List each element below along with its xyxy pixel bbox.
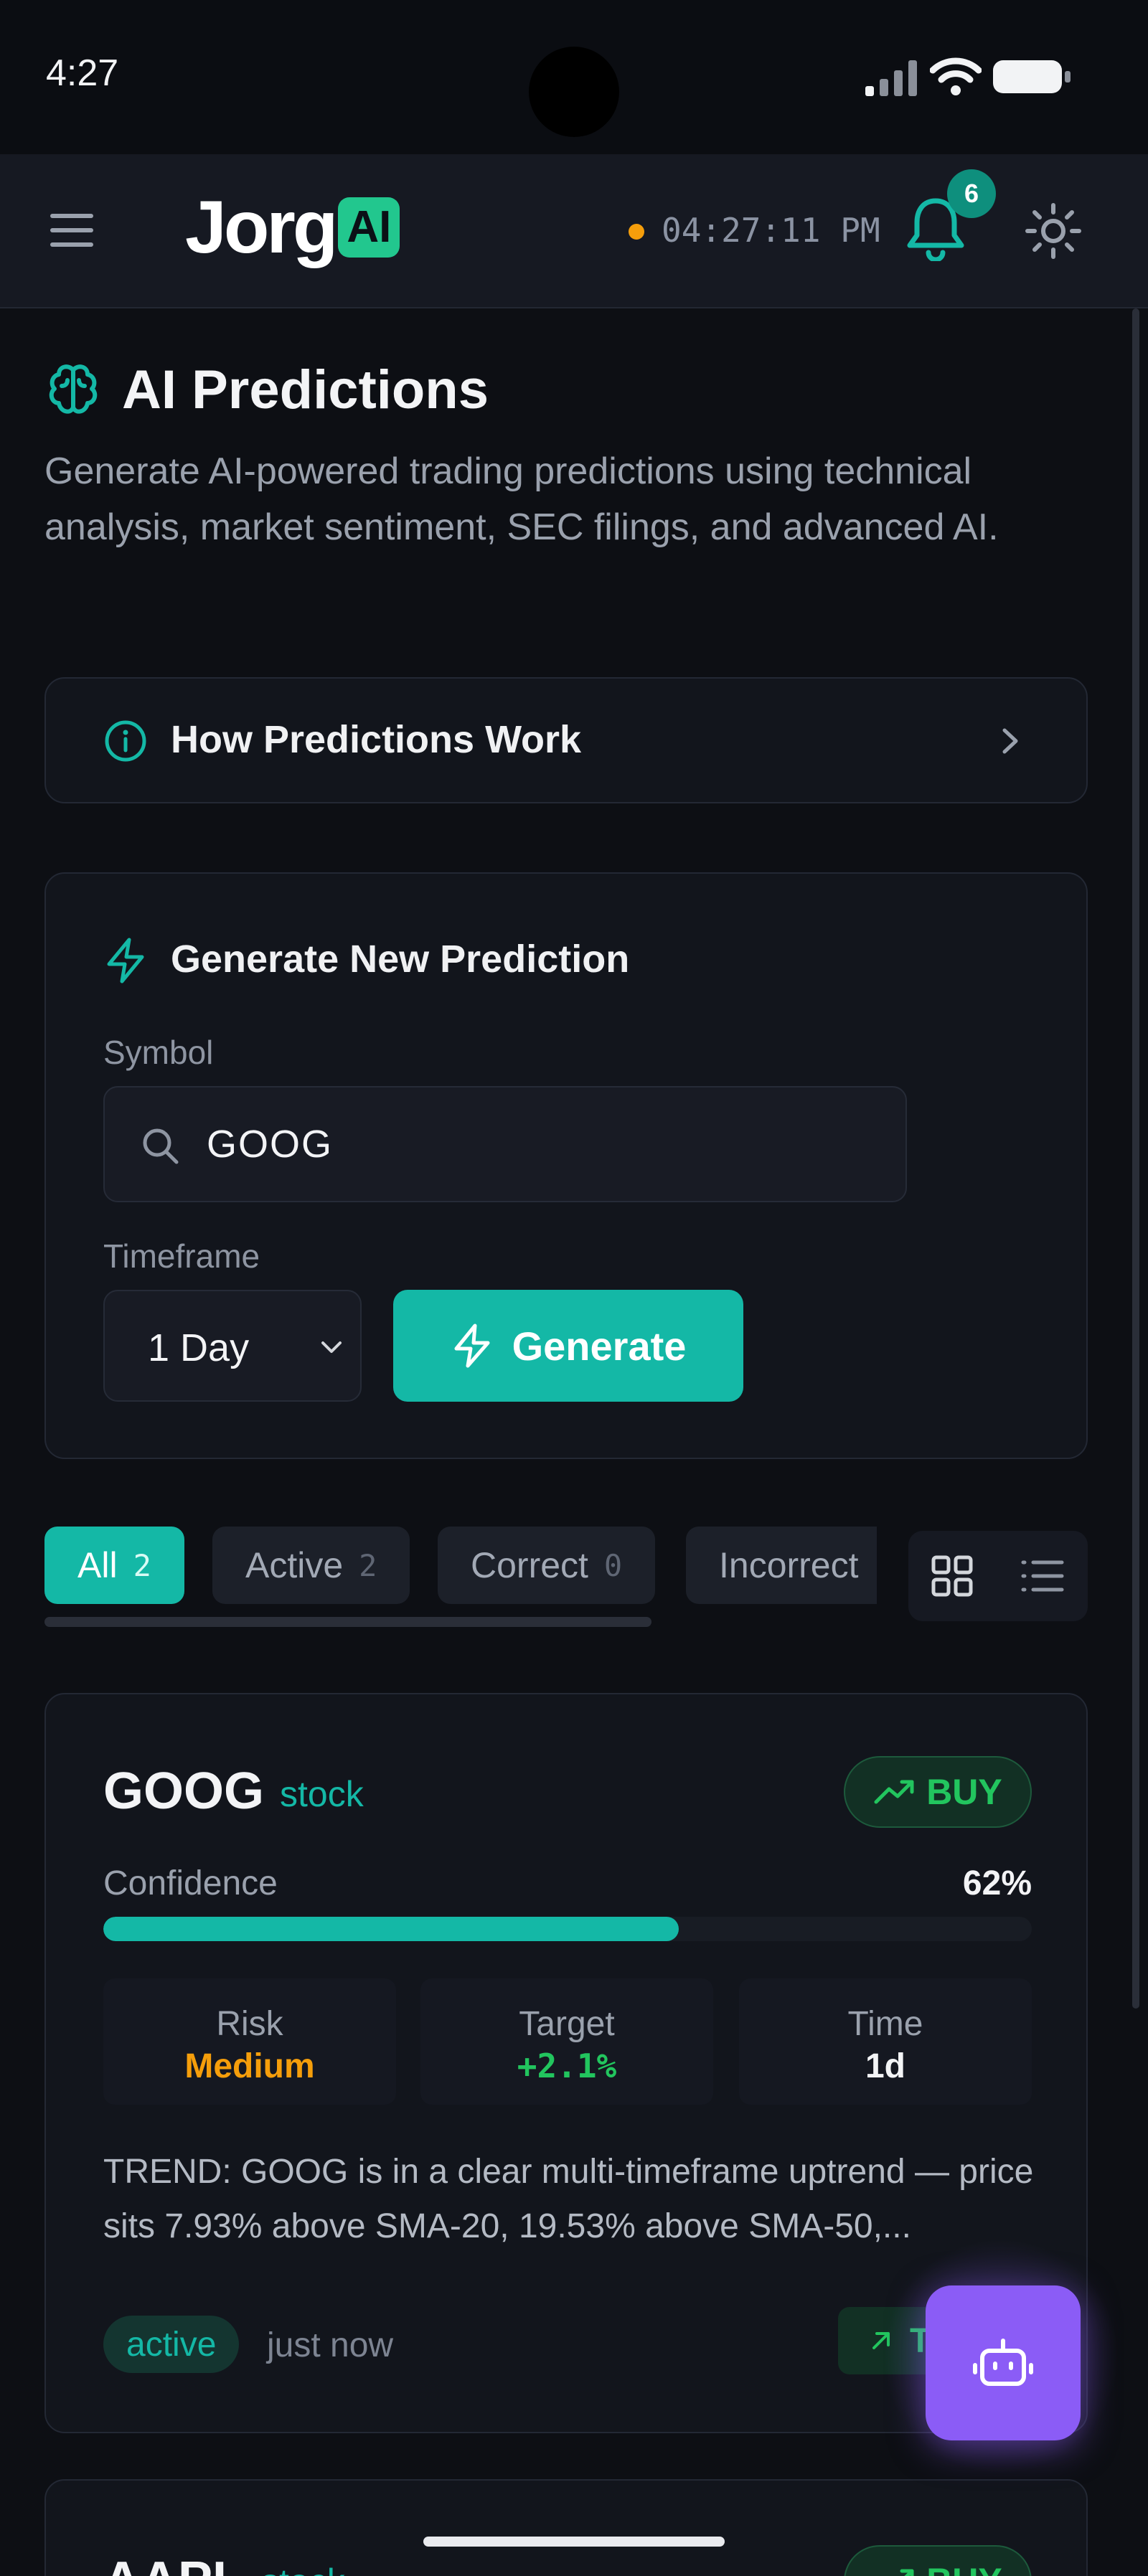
- page-heading: AI Predictions: [44, 359, 489, 421]
- tab-count: 2: [133, 1547, 151, 1583]
- chevron-down-icon: [321, 1341, 342, 1353]
- info-icon: [105, 720, 146, 762]
- logo-text: Jorg: [185, 185, 338, 269]
- trending-up-icon: [874, 1780, 914, 1804]
- symbol-input-value: GOOG: [207, 1123, 334, 1166]
- tab-label: Incorrect: [719, 1545, 859, 1585]
- asset-type: stock: [261, 2561, 345, 2576]
- brain-icon: [49, 364, 98, 414]
- timeframe-value: 1 Day: [148, 1326, 250, 1369]
- target-label: Target: [519, 2005, 615, 2043]
- prediction-symbol: GOOG: [103, 1763, 265, 1820]
- sun-icon[interactable]: [1025, 202, 1082, 260]
- signal-badge: BUY: [844, 2545, 1032, 2576]
- how-predictions-work-label: How Predictions Work: [171, 718, 582, 761]
- logo-badge: AI: [338, 197, 400, 258]
- tab-correct[interactable]: Correct 0: [438, 1527, 656, 1604]
- prediction-card[interactable]: AAPL stock BUY: [44, 2479, 1088, 2576]
- asset-type: stock: [280, 1774, 364, 1814]
- risk-label: Risk: [216, 2005, 283, 2043]
- search-icon: [143, 1128, 179, 1164]
- time-stat: Time 1d: [739, 1978, 1032, 2105]
- market-status-dot: [629, 224, 644, 240]
- grid-view-icon[interactable]: [930, 1554, 974, 1598]
- battery-icon: [993, 60, 1071, 93]
- time-label: Time: [847, 2005, 923, 2043]
- timeframe-select[interactable]: 1 Day: [103, 1290, 362, 1402]
- prediction-summary: TREND: GOOG is in a clear multi-timefram…: [103, 2153, 1034, 2245]
- list-view-icon[interactable]: [1020, 1555, 1065, 1597]
- generate-title: Generate New Prediction: [171, 938, 630, 981]
- prediction-symbol: AAPL: [103, 2551, 244, 2576]
- confidence-value: 62%: [962, 1864, 1032, 1902]
- menu-icon[interactable]: [46, 208, 98, 253]
- confidence-bar: [103, 1917, 1032, 1941]
- timestamp: just now: [267, 2326, 394, 2364]
- status-label: active: [126, 2325, 217, 2364]
- generate-button[interactable]: Generate: [393, 1290, 743, 1402]
- signal-badge: BUY: [844, 1756, 1032, 1828]
- signal-label: BUY: [926, 2560, 1002, 2576]
- tabs-scrollbar[interactable]: [44, 1617, 651, 1627]
- tab-active[interactable]: Active 2: [212, 1527, 410, 1604]
- tab-all[interactable]: All 2: [44, 1527, 184, 1604]
- ai-assistant-button[interactable]: [926, 2285, 1081, 2440]
- how-predictions-work-card[interactable]: How Predictions Work: [44, 677, 1088, 803]
- robot-icon: [973, 2339, 1033, 2386]
- time-value: 1d: [865, 2047, 905, 2085]
- lightning-icon: [454, 1324, 490, 1368]
- status-badge: active: [103, 2316, 240, 2373]
- confidence-bar-fill: [103, 1917, 679, 1941]
- tab-incorrect[interactable]: Incorrect: [686, 1527, 877, 1604]
- header-clock: 04:27:11 PM: [662, 211, 880, 250]
- generate-prediction-card: Generate New Prediction Symbol GOOG Time…: [44, 872, 1088, 1459]
- cellular-signal-icon: [865, 60, 917, 96]
- chevron-right-icon: [1002, 728, 1018, 754]
- lightning-icon: [107, 938, 144, 983]
- confidence-label: Confidence: [103, 1864, 278, 1902]
- view-toggle: [908, 1531, 1088, 1621]
- home-indicator[interactable]: [423, 2537, 725, 2547]
- symbol-input[interactable]: GOOG: [103, 1086, 907, 1202]
- page-scrollbar[interactable]: [1132, 308, 1139, 2009]
- target-value: +2.1%: [517, 2047, 617, 2085]
- filter-tabs: All 2 Active 2 Correct 0 Incorrect: [44, 1527, 877, 1605]
- wifi-icon: [930, 57, 982, 95]
- symbol-label: Symbol: [103, 1034, 214, 1071]
- tab-label: All: [77, 1545, 118, 1585]
- notification-badge: 6: [947, 169, 996, 218]
- risk-value: Medium: [184, 2047, 315, 2085]
- tab-label: Correct: [471, 1545, 588, 1585]
- app-logo[interactable]: Jorg AI: [185, 185, 400, 269]
- timeframe-label: Timeframe: [103, 1237, 260, 1275]
- risk-stat: Risk Medium: [103, 1978, 396, 2105]
- page-description: Generate AI-powered trading predictions …: [44, 450, 999, 548]
- generate-button-label: Generate: [512, 1323, 687, 1369]
- status-time: 4:27: [46, 52, 119, 94]
- tab-count: 0: [603, 1547, 623, 1583]
- target-stat: Target +2.1%: [420, 1978, 713, 2105]
- status-bar: 4:27: [0, 0, 1148, 154]
- page-title: AI Predictions: [122, 359, 489, 420]
- tab-count: 2: [359, 1547, 377, 1583]
- signal-label: BUY: [926, 1772, 1002, 1812]
- trending-up-icon: [900, 2569, 914, 2576]
- tab-label: Active: [245, 1545, 344, 1585]
- camera-cutout: [529, 47, 619, 137]
